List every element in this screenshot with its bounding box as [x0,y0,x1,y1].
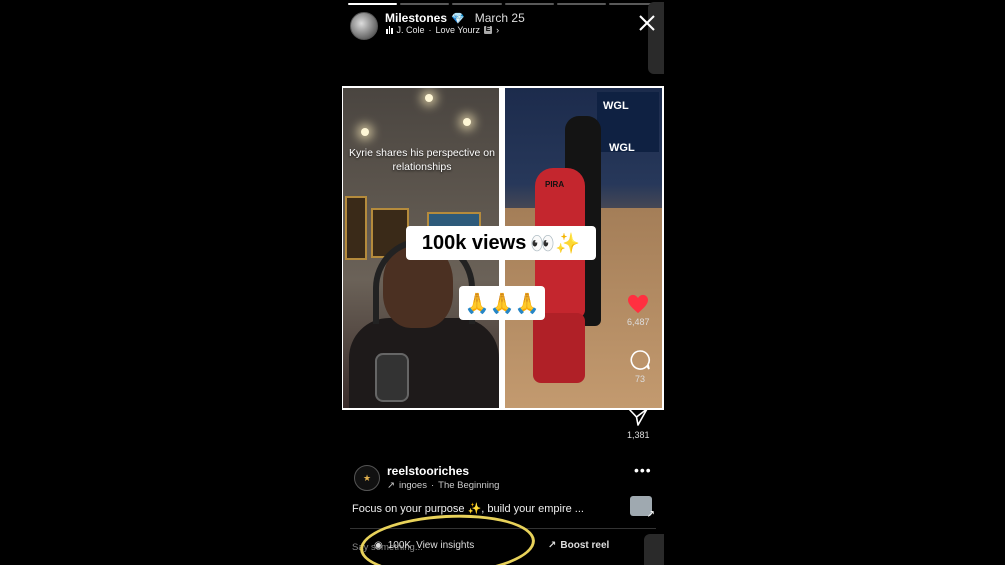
reel-audio-separator: · [430,480,435,491]
story-progress [348,3,659,6]
audio-bars-icon [386,26,393,34]
reel-audio-title: The Beginning [438,480,500,491]
share-count: 1,381 [627,430,650,440]
music-artist: J. Cole [396,25,425,35]
arrow-up-right-icon: ↗ [646,509,655,520]
author-avatar[interactable] [350,12,378,40]
music-separator: · [428,25,432,35]
author-username[interactable]: Milestones [385,11,447,25]
boost-reel-label: Boost reel [560,540,610,551]
share-action[interactable]: 1,381 [627,407,650,440]
trend-up-icon: ↗ [548,540,557,551]
reel-audio[interactable]: ↗ ingoes · The Beginning [387,480,499,491]
reel-media[interactable]: Kyrie shares his perspective on relation… [342,86,664,410]
reel-author-avatar[interactable]: ★ [354,465,380,491]
player-legs [533,313,585,383]
views-overlay: 100k views 👀✨ [406,226,596,260]
reel-author-username[interactable]: reelstooriches [387,464,469,478]
progress-segment [556,3,606,5]
more-options-icon[interactable]: ••• [634,462,652,478]
like-action[interactable]: 6,487 [627,294,650,327]
explicit-icon: E [484,26,493,34]
progress-segment [452,3,502,5]
comment-count: 73 [634,374,645,384]
story-header: Milestones 💎 March 25 [385,11,525,25]
music-title: Love Yourz [435,25,481,35]
boost-reel-button[interactable]: ↗ Boost reel [548,540,609,551]
send-icon[interactable] [627,407,649,427]
ceiling-light [361,128,369,136]
banner-text-bottom: WGL [609,142,635,154]
progress-segment [348,3,398,5]
comment-action[interactable]: 73 [629,349,651,384]
arena-banner: WGL WGL [597,92,659,154]
diamond-icon: 💎 [451,12,465,25]
music-attribution[interactable]: J. Cole · Love Yourz E › [386,25,499,35]
heart-icon[interactable] [627,294,649,314]
reel-caption[interactable]: Focus on your purpose ✨, build your empi… [352,502,584,515]
chevron-right-icon: › [496,25,500,35]
ceiling-light [463,118,471,126]
video-caption: Kyrie shares his perspective on relation… [349,147,495,173]
jersey-text: PIRA [545,180,565,189]
story-date: March 25 [474,11,525,25]
praying-hands-emoji: 🙏🙏🙏 [464,292,540,315]
eyes-sparkle-emoji: 👀✨ [530,232,581,255]
praying-hands-overlay: 🙏🙏🙏 [459,286,545,320]
reel-thumbnail[interactable]: ↗ [630,496,655,520]
views-overlay-text: 100k views [421,231,527,254]
ceiling-light [425,94,433,102]
highlight-circle-annotation [358,510,537,565]
comment-icon[interactable] [629,349,651,371]
wall-painting [345,196,367,260]
close-icon[interactable] [638,14,656,32]
side-handle[interactable] [648,2,664,74]
banner-text-top: WGL [603,100,629,112]
arrow-up-right-icon: ↗ [387,480,395,491]
microphone-icon [375,353,409,402]
progress-segment [504,3,554,5]
person-body [349,318,499,408]
like-count: 6,487 [627,317,650,327]
reel-audio-prefix: ingoes [398,480,427,491]
progress-segment [400,3,450,5]
side-handle-bottom[interactable] [644,534,664,565]
story-viewer: Milestones 💎 March 25 J. Cole · Love You… [342,0,664,565]
